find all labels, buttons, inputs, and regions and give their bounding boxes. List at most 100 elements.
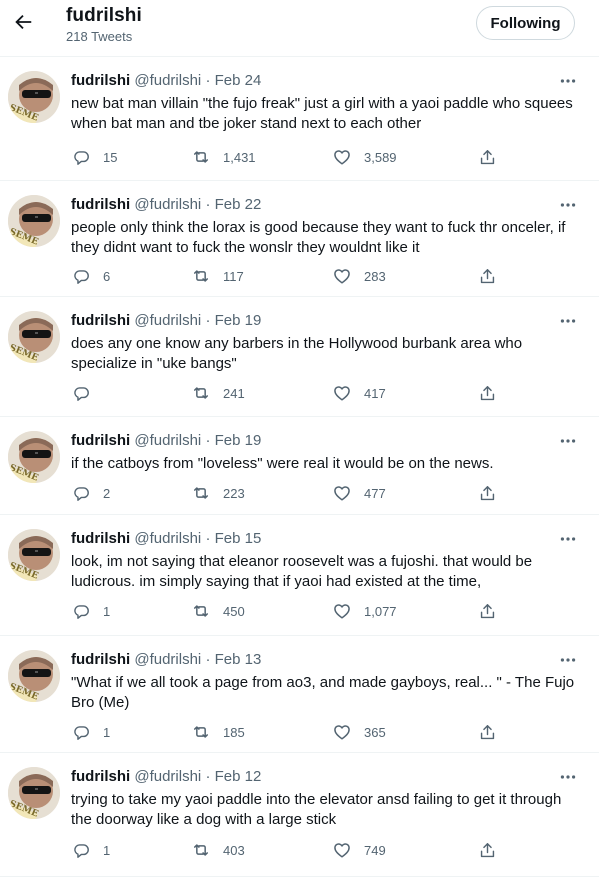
avatar[interactable]: SEME (8, 767, 60, 819)
author-handle[interactable]: @fudrilshi (134, 196, 201, 213)
more-options-button[interactable] (556, 196, 580, 214)
tweet-date[interactable]: Feb 19 (215, 312, 262, 329)
tweet-text: does any one know any barbers in the Hol… (71, 335, 523, 372)
reply-count: 1 (103, 724, 111, 740)
author-handle[interactable]: @fudrilshi (134, 432, 201, 449)
like-button[interactable]: 749 (332, 840, 386, 860)
author-handle[interactable]: @fudrilshi (134, 651, 201, 668)
like-button[interactable]: 365 (332, 722, 386, 742)
more-options-button[interactable] (556, 530, 580, 548)
author-handle[interactable]: @fudrilshi (134, 312, 201, 329)
author-name[interactable]: fudrilshi (71, 651, 130, 668)
heart-icon (332, 483, 352, 503)
retweet-button[interactable]: 450 (191, 601, 245, 621)
arrow-left-icon (15, 14, 32, 30)
tweet[interactable]: SEME fudrilshi @fudrilshi · Feb 12 trying … (0, 753, 599, 877)
reply-button[interactable]: 1 (71, 840, 110, 860)
tweet[interactable]: SEME fudrilshi @fudrilshi · Feb 19 if the … (0, 417, 599, 515)
reply-icon (71, 383, 91, 403)
retweet-count: 403 (223, 842, 245, 858)
share-button[interactable] (477, 266, 497, 286)
tweet-date[interactable]: Feb 22 (215, 196, 262, 213)
avatar[interactable]: SEME (8, 71, 60, 123)
share-button[interactable] (477, 483, 497, 503)
tweet-date[interactable]: Feb 19 (215, 432, 262, 449)
retweet-button[interactable]: 241 (191, 383, 245, 403)
tweet-count: 218 Tweets (66, 29, 133, 44)
reply-icon (71, 722, 91, 742)
reply-count: 6 (103, 268, 111, 284)
reply-button[interactable]: 1 (71, 601, 110, 621)
share-button[interactable] (477, 722, 497, 742)
retweet-count: 223 (223, 485, 245, 501)
tweet-text: new bat man villain "the fujo freak" jus… (71, 95, 573, 132)
more-options-button[interactable] (556, 72, 580, 90)
tweet-header: fudrilshi @fudrilshi · Feb 12 (71, 768, 261, 785)
author-name[interactable]: fudrilshi (71, 432, 130, 449)
avatar[interactable]: SEME (8, 529, 60, 581)
tweet[interactable]: SEME fudrilshi @fudrilshi · Feb 22 people … (0, 181, 599, 297)
back-button[interactable] (10, 9, 36, 35)
reply-count: 1 (103, 603, 111, 619)
more-options-button[interactable] (556, 432, 580, 450)
share-button[interactable] (477, 840, 497, 860)
like-button[interactable]: 417 (332, 383, 386, 403)
avatar[interactable]: SEME (8, 311, 60, 363)
tweet[interactable]: SEME fudrilshi @fudrilshi · Feb 13 "What i… (0, 636, 599, 753)
author-handle[interactable]: @fudrilshi (134, 530, 201, 547)
heart-icon (332, 601, 352, 621)
share-icon (477, 147, 497, 167)
like-button[interactable]: 3,589 (332, 147, 397, 167)
tweet-date[interactable]: Feb 15 (215, 530, 262, 547)
retweet-icon (191, 383, 211, 403)
profile-header: fudrilshi 218 Tweets Following (0, 0, 599, 57)
author-name[interactable]: fudrilshi (71, 312, 130, 329)
share-button[interactable] (477, 383, 497, 403)
share-button[interactable] (477, 147, 497, 167)
tweet-actions: 2 223 477 (0, 483, 599, 503)
retweet-button[interactable]: 117 (191, 266, 244, 286)
tweet-date[interactable]: Feb 24 (215, 72, 262, 89)
retweet-count: 450 (223, 603, 245, 619)
author-name[interactable]: fudrilshi (71, 196, 130, 213)
avatar[interactable]: SEME (8, 431, 60, 483)
share-icon (477, 266, 497, 286)
more-icon (558, 768, 578, 786)
reply-button[interactable]: 6 (71, 266, 110, 286)
retweet-icon (191, 483, 211, 503)
tweet-date[interactable]: Feb 12 (215, 768, 262, 785)
tweet[interactable]: SEME fudrilshi @fudrilshi · Feb 15 look, i… (0, 515, 599, 636)
avatar[interactable]: SEME (8, 650, 60, 702)
more-options-button[interactable] (556, 768, 580, 786)
more-icon (558, 651, 578, 669)
author-handle[interactable]: @fudrilshi (134, 768, 201, 785)
author-handle[interactable]: @fudrilshi (134, 72, 201, 89)
author-name[interactable]: fudrilshi (71, 768, 130, 785)
reply-button[interactable]: 1 (71, 722, 110, 742)
more-options-button[interactable] (556, 312, 580, 330)
following-button[interactable]: Following (476, 6, 575, 40)
separator-dot: · (205, 768, 211, 785)
retweet-button[interactable]: 223 (191, 483, 245, 503)
tweet[interactable]: SEME fudrilshi @fudrilshi · Feb 19 does an… (0, 297, 599, 417)
author-name[interactable]: fudrilshi (71, 72, 130, 89)
like-button[interactable]: 283 (332, 266, 386, 286)
retweet-button[interactable]: 403 (191, 840, 245, 860)
like-button[interactable]: 1,077 (332, 601, 397, 621)
more-options-button[interactable] (556, 651, 580, 669)
heart-icon (332, 266, 352, 286)
author-name[interactable]: fudrilshi (71, 530, 130, 547)
retweet-button[interactable]: 1,431 (191, 147, 256, 167)
tweet[interactable]: SEME fudrilshi @fudrilshi · Feb 24 new bat… (0, 57, 599, 181)
like-button[interactable]: 477 (332, 483, 386, 503)
retweet-button[interactable]: 185 (191, 722, 245, 742)
reply-button[interactable]: 2 (71, 483, 110, 503)
tweet-header: fudrilshi @fudrilshi · Feb 15 (71, 530, 261, 547)
tweet-date[interactable]: Feb 13 (215, 651, 262, 668)
tweet-actions: 1 403 749 (0, 840, 599, 860)
avatar[interactable]: SEME (8, 195, 60, 247)
share-button[interactable] (477, 601, 497, 621)
reply-button[interactable]: 15 (71, 147, 117, 167)
like-count: 749 (364, 842, 386, 858)
reply-button[interactable] (71, 383, 103, 403)
